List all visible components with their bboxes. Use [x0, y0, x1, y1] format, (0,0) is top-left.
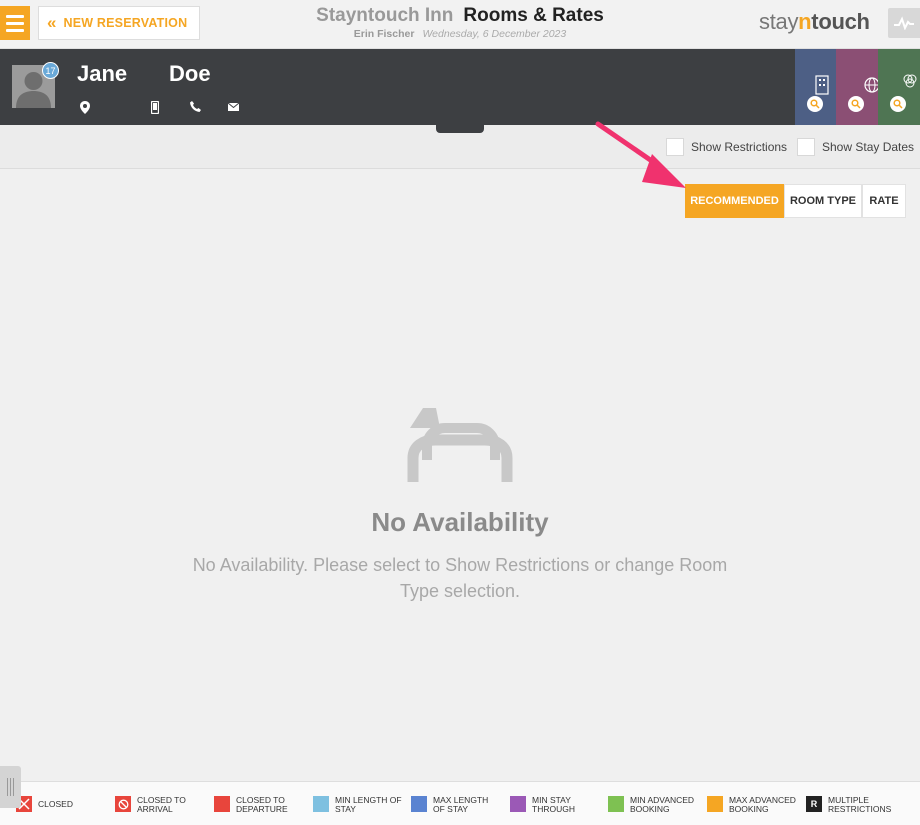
- guest-stay-count-badge: 17: [42, 62, 59, 79]
- mobile-icon[interactable]: [151, 101, 159, 114]
- activity-pulse-button[interactable]: [888, 8, 920, 38]
- business-date: Wednesday, 6 December 2023: [422, 28, 567, 40]
- group-tile[interactable]: [878, 49, 920, 125]
- legend-item-multiple-restrictions: R MULTIPLE RESTRICTIONS: [806, 796, 896, 814]
- legend-item-closed-to-departure: CLOSED TO DEPARTURE: [214, 796, 304, 814]
- show-stay-dates-label: Show Stay Dates: [822, 140, 915, 154]
- side-drawer-handle[interactable]: [0, 766, 21, 808]
- travel-agent-tile[interactable]: [836, 49, 880, 125]
- search-icon: [848, 96, 864, 112]
- page-title: Rooms & Rates: [463, 5, 604, 26]
- checkbox-box[interactable]: [797, 138, 815, 156]
- guest-last-name: Doe: [169, 61, 211, 86]
- multiple-restrictions-icon: R: [806, 796, 822, 812]
- legend-item-closed: CLOSED: [16, 796, 106, 812]
- stayntouch-logo: stayntouch: [759, 9, 870, 34]
- page-title-block: Stayntouch Inn Rooms & Rates Erin Fischer…: [250, 5, 670, 40]
- no-entry-icon: [115, 796, 131, 812]
- empty-state-message: No Availability. Please select to Show R…: [192, 555, 728, 601]
- legend-item-max-advanced-booking: MAX ADVANCED BOOKING: [707, 796, 797, 814]
- restrictions-legend: CLOSED CLOSED TO ARRIVAL CLOSED TO DEPAR…: [0, 781, 920, 825]
- pulse-icon: [894, 16, 914, 30]
- group-circles-icon: [903, 74, 917, 88]
- hotel-name: Stayntouch Inn: [316, 5, 454, 26]
- legend-swatch: [313, 796, 329, 812]
- user-name: Erin Fischer: [353, 28, 415, 40]
- tab-rate[interactable]: RATE: [862, 184, 906, 218]
- empty-state-title: No Availability: [371, 507, 549, 537]
- legend-item-closed-to-arrival: CLOSED TO ARRIVAL: [115, 796, 205, 814]
- search-icon: [807, 96, 823, 112]
- double-chevron-left-icon: «: [47, 13, 57, 32]
- search-icon: [890, 96, 906, 112]
- legend-item-min-advanced-booking: MIN ADVANCED BOOKING: [608, 796, 698, 814]
- phone-icon[interactable]: [190, 101, 201, 112]
- building-icon: [815, 75, 829, 95]
- legend-swatch: [510, 796, 526, 812]
- legend-swatch: [707, 796, 723, 812]
- company-card-tile[interactable]: [795, 49, 838, 125]
- guest-tiles: [795, 49, 920, 125]
- email-icon[interactable]: [228, 103, 239, 111]
- tab-room-type[interactable]: ROOM TYPE: [784, 184, 862, 218]
- show-restrictions-label: Show Restrictions: [691, 140, 788, 154]
- header-collapse-handle[interactable]: [436, 125, 484, 133]
- legend-item-min-length-of-stay: MIN LENGTH OF STAY: [313, 796, 403, 814]
- top-bar: « NEW RESERVATION Stayntouch Inn Rooms & …: [0, 0, 920, 49]
- guest-header: 17 Jane Doe: [0, 49, 920, 125]
- legend-item-max-length-of-stay: MAX LENGTH OF STAY: [411, 796, 501, 814]
- new-reservation-button[interactable]: « NEW RESERVATION: [38, 6, 200, 40]
- annotation-arrow-icon: [595, 121, 686, 188]
- guest-first-name: Jane: [77, 61, 128, 86]
- hamburger-menu-button[interactable]: [0, 6, 30, 40]
- show-stay-dates-checkbox[interactable]: Show Stay Dates: [797, 138, 914, 156]
- legend-swatch: [214, 796, 230, 812]
- new-reservation-label: NEW RESERVATION: [63, 16, 188, 30]
- legend-item-min-stay-through: MIN STAY THROUGH: [510, 796, 600, 814]
- legend-swatch: [608, 796, 624, 812]
- view-tabs: RECOMMENDED ROOM TYPE RATE: [685, 184, 906, 218]
- location-icon[interactable]: [80, 101, 90, 114]
- legend-swatch: [411, 796, 427, 812]
- bed-icon: [407, 408, 513, 482]
- empty-state: No Availability No Availability. Please …: [160, 400, 760, 604]
